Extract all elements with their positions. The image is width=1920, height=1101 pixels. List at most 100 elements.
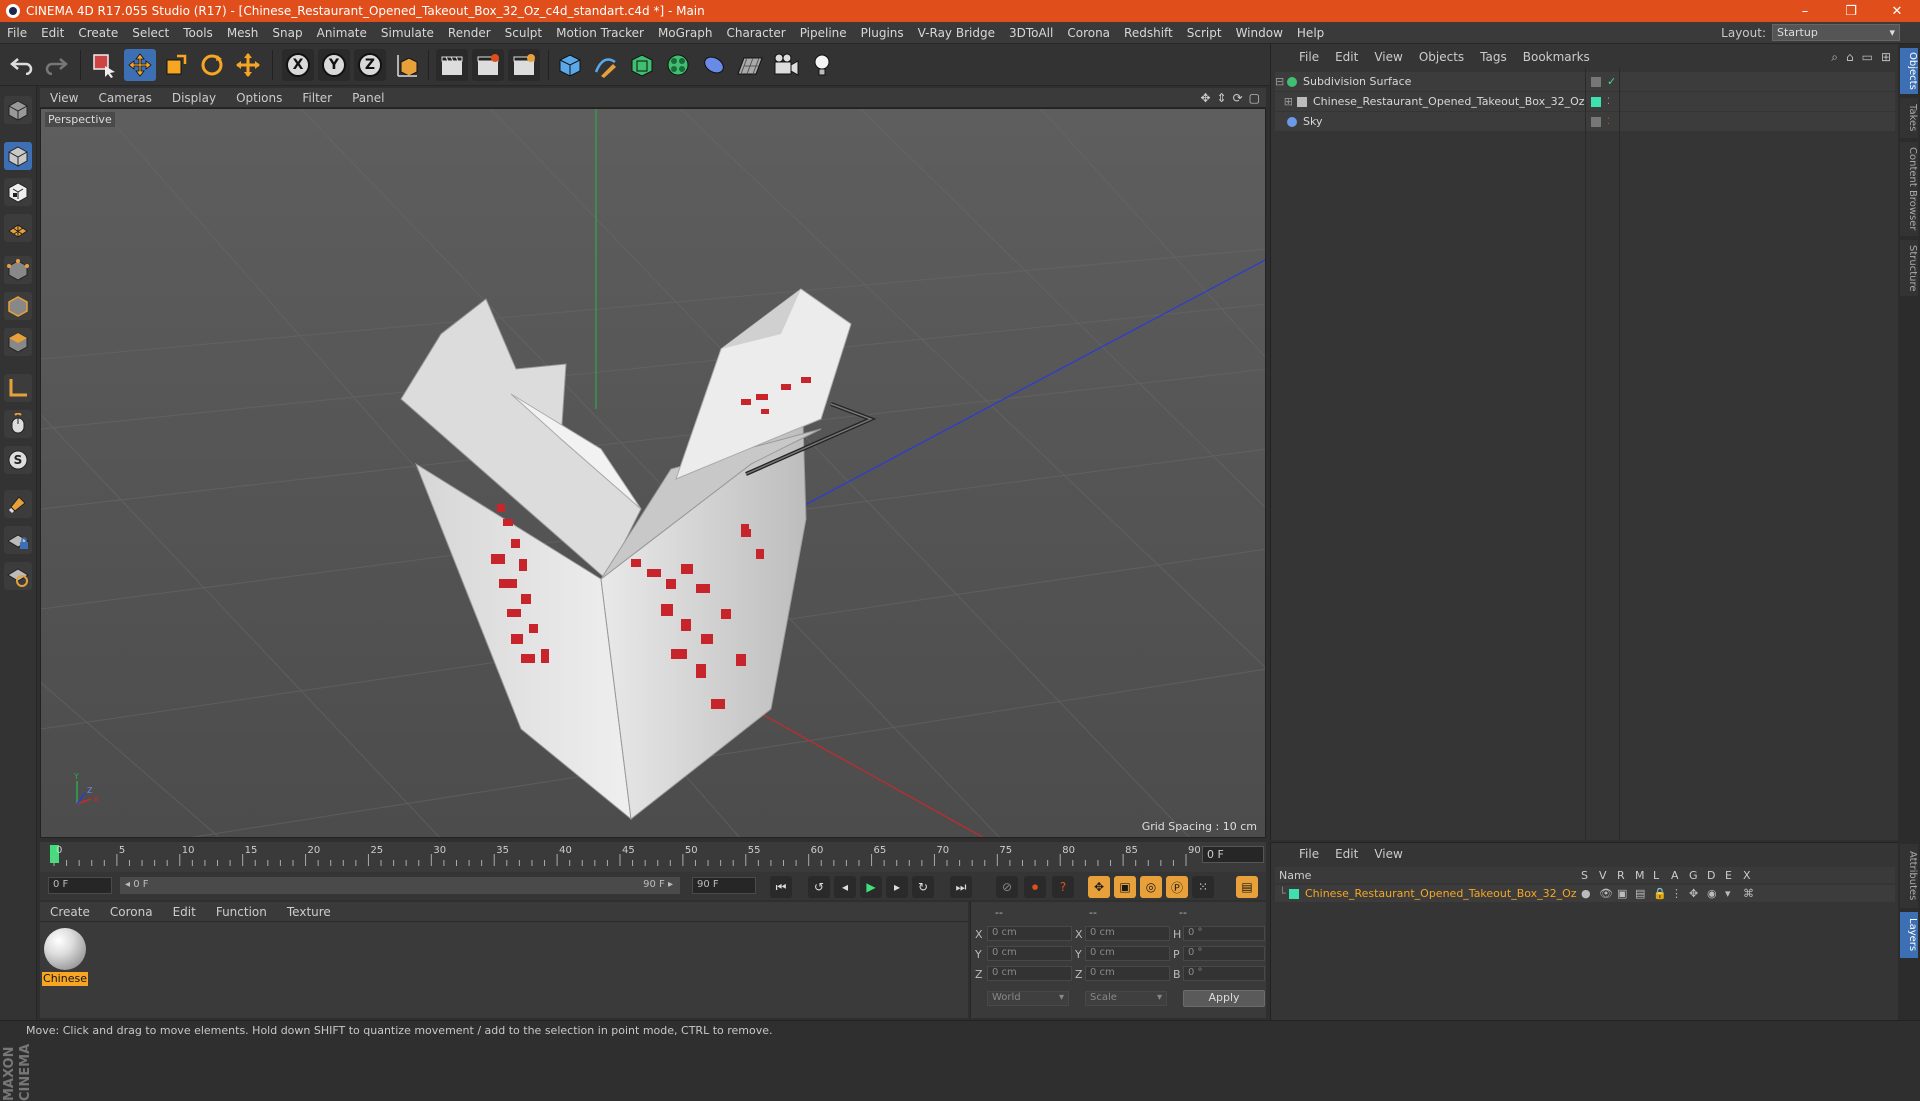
layer-tag-icon[interactable]: [1591, 76, 1601, 87]
menu-vray-bridge[interactable]: V-Ray Bridge: [911, 26, 1002, 40]
objects-menu-edit[interactable]: Edit: [1327, 50, 1366, 64]
material-menu-function[interactable]: Function: [206, 905, 277, 919]
menu-simulate[interactable]: Simulate: [374, 26, 441, 40]
viewport-menu-cameras[interactable]: Cameras: [88, 91, 161, 105]
tab-takes[interactable]: Takes: [1900, 98, 1918, 138]
autokeying-button[interactable]: ⏺: [1024, 876, 1046, 898]
material-menu-create[interactable]: Create: [40, 905, 100, 919]
menu-character[interactable]: Character: [719, 26, 792, 40]
perspective-viewport[interactable]: Y X Z Perspective Grid Spacing : 10 cm: [40, 108, 1266, 838]
key-scale-button[interactable]: ▣: [1114, 876, 1136, 898]
undo-button[interactable]: [6, 49, 38, 81]
rot-p-field[interactable]: 0 °: [1183, 946, 1265, 961]
deformer-toggle-icon[interactable]: ◉: [1707, 887, 1725, 900]
axis-mode-button[interactable]: [4, 374, 32, 402]
menu-snap[interactable]: Snap: [265, 26, 309, 40]
minimize-panel-icon[interactable]: ▭: [1862, 50, 1873, 65]
rot-h-field[interactable]: 0 °: [1183, 926, 1265, 941]
material-menu-edit[interactable]: Edit: [163, 905, 206, 919]
objects-menu-bookmarks[interactable]: Bookmarks: [1515, 50, 1598, 64]
size-x-field[interactable]: 0 cm: [1085, 926, 1170, 941]
material-preview-sphere[interactable]: [44, 928, 86, 970]
render-toggle-icon[interactable]: ▣: [1617, 887, 1635, 900]
search-icon[interactable]: ⌕: [1831, 50, 1838, 65]
visible-toggle-icon[interactable]: 👁: [1599, 887, 1617, 900]
generator-toggle-icon[interactable]: ✥: [1689, 887, 1707, 900]
expand-panel-icon[interactable]: ⊞: [1881, 50, 1891, 65]
rotate-view-icon[interactable]: ⟳: [1233, 91, 1243, 105]
material-menu-corona[interactable]: Corona: [100, 905, 163, 919]
menu-script[interactable]: Script: [1180, 26, 1229, 40]
keyframe-selection-button[interactable]: ?: [1052, 876, 1074, 898]
menu-tools[interactable]: Tools: [176, 26, 220, 40]
live-selection-button[interactable]: [88, 49, 120, 81]
key-position-button[interactable]: ✥: [1088, 876, 1110, 898]
workplane-mode-button[interactable]: [4, 214, 32, 242]
add-spline-button[interactable]: [590, 49, 622, 81]
restore-button[interactable]: ❐: [1828, 0, 1874, 22]
go-to-next-frame-button[interactable]: ▸: [886, 876, 908, 898]
layers-menu-view[interactable]: View: [1366, 847, 1410, 861]
rotate-tool-button[interactable]: [196, 49, 228, 81]
texture-mode-button[interactable]: [4, 178, 32, 206]
go-to-previous-frame-button[interactable]: ◂: [834, 876, 856, 898]
add-camera-button[interactable]: [770, 49, 802, 81]
layout-dropdown[interactable]: Startup ▾: [1772, 24, 1900, 41]
snap-button[interactable]: [4, 490, 32, 518]
xref-toggle-icon[interactable]: ⌘: [1743, 887, 1761, 900]
coordinate-system-button[interactable]: [392, 49, 424, 81]
coordinate-space-dropdown[interactable]: World ▾: [987, 991, 1069, 1006]
visibility-dots-icon[interactable]: ⁚: [1607, 117, 1610, 127]
pos-y-field[interactable]: 0 cm: [987, 946, 1072, 961]
tab-attributes[interactable]: Attributes: [1900, 844, 1918, 908]
menu-sculpt[interactable]: Sculpt: [498, 26, 549, 40]
menu-render[interactable]: Render: [441, 26, 498, 40]
menu-select[interactable]: Select: [125, 26, 176, 40]
manager-toggle-icon[interactable]: ▤: [1635, 887, 1653, 900]
polygons-mode-button[interactable]: [4, 328, 32, 356]
go-to-previous-key-button[interactable]: ↺: [808, 876, 830, 898]
menu-edit[interactable]: Edit: [34, 26, 71, 40]
material-name-label[interactable]: Chinese: [42, 972, 88, 986]
viewport-menu-display[interactable]: Display: [162, 91, 226, 105]
lock-x-axis-button[interactable]: X: [282, 49, 314, 81]
layers-menu-edit[interactable]: Edit: [1327, 847, 1366, 861]
menu-motion-tracker[interactable]: Motion Tracker: [549, 26, 651, 40]
add-generator-button[interactable]: [626, 49, 658, 81]
tweak-mode-button[interactable]: [4, 410, 32, 438]
home-icon[interactable]: ⌂: [1846, 50, 1854, 65]
timeline-ruler[interactable]: 0 5 10 15 20 25 30 35 40 45 50 55 60 65 70 75 80 85 90 0 F: [40, 842, 1266, 872]
apply-button[interactable]: Apply: [1183, 990, 1265, 1007]
menu-window[interactable]: Window: [1229, 26, 1290, 40]
play-forwards-button[interactable]: ▶: [860, 876, 882, 898]
menu-3dtoall[interactable]: 3DToAll: [1002, 26, 1060, 40]
viewport-menu-view[interactable]: View: [40, 91, 88, 105]
menu-mesh[interactable]: Mesh: [220, 26, 266, 40]
animation-toggle-icon[interactable]: ⋮: [1671, 887, 1689, 900]
model-mode-button[interactable]: [4, 142, 32, 170]
add-cube-button[interactable]: [554, 49, 586, 81]
points-mode-button[interactable]: [4, 256, 32, 284]
viewport-menu-filter[interactable]: Filter: [292, 91, 342, 105]
menu-file[interactable]: File: [0, 26, 34, 40]
menu-pipeline[interactable]: Pipeline: [793, 26, 854, 40]
transform-tool-button[interactable]: [232, 49, 264, 81]
collapse-icon[interactable]: ⊟: [1275, 75, 1284, 88]
objects-menu-objects[interactable]: Objects: [1411, 50, 1472, 64]
start-frame-field[interactable]: 0 F: [48, 877, 112, 894]
layer-row[interactable]: └ Chinese_Restaurant_Opened_Takeout_Box_…: [1275, 885, 1895, 902]
expand-icon[interactable]: ⊞: [1275, 95, 1293, 108]
lock-toggle-icon[interactable]: 🔒: [1653, 887, 1671, 900]
tab-content-browser[interactable]: Content Browser: [1900, 142, 1918, 236]
close-button[interactable]: ✕: [1874, 0, 1920, 22]
render-view-button[interactable]: [436, 49, 468, 81]
menu-plugins[interactable]: Plugins: [854, 26, 911, 40]
add-light-button[interactable]: [806, 49, 838, 81]
material-menu-texture[interactable]: Texture: [277, 905, 341, 919]
planar-workplane-button[interactable]: [4, 562, 32, 590]
pos-z-field[interactable]: 0 cm: [987, 966, 1072, 981]
size-z-field[interactable]: 0 cm: [1085, 966, 1170, 981]
zoom-view-icon[interactable]: ⇕: [1217, 91, 1227, 105]
add-mograph-cloner-button[interactable]: [662, 49, 694, 81]
add-environment-button[interactable]: [734, 49, 766, 81]
